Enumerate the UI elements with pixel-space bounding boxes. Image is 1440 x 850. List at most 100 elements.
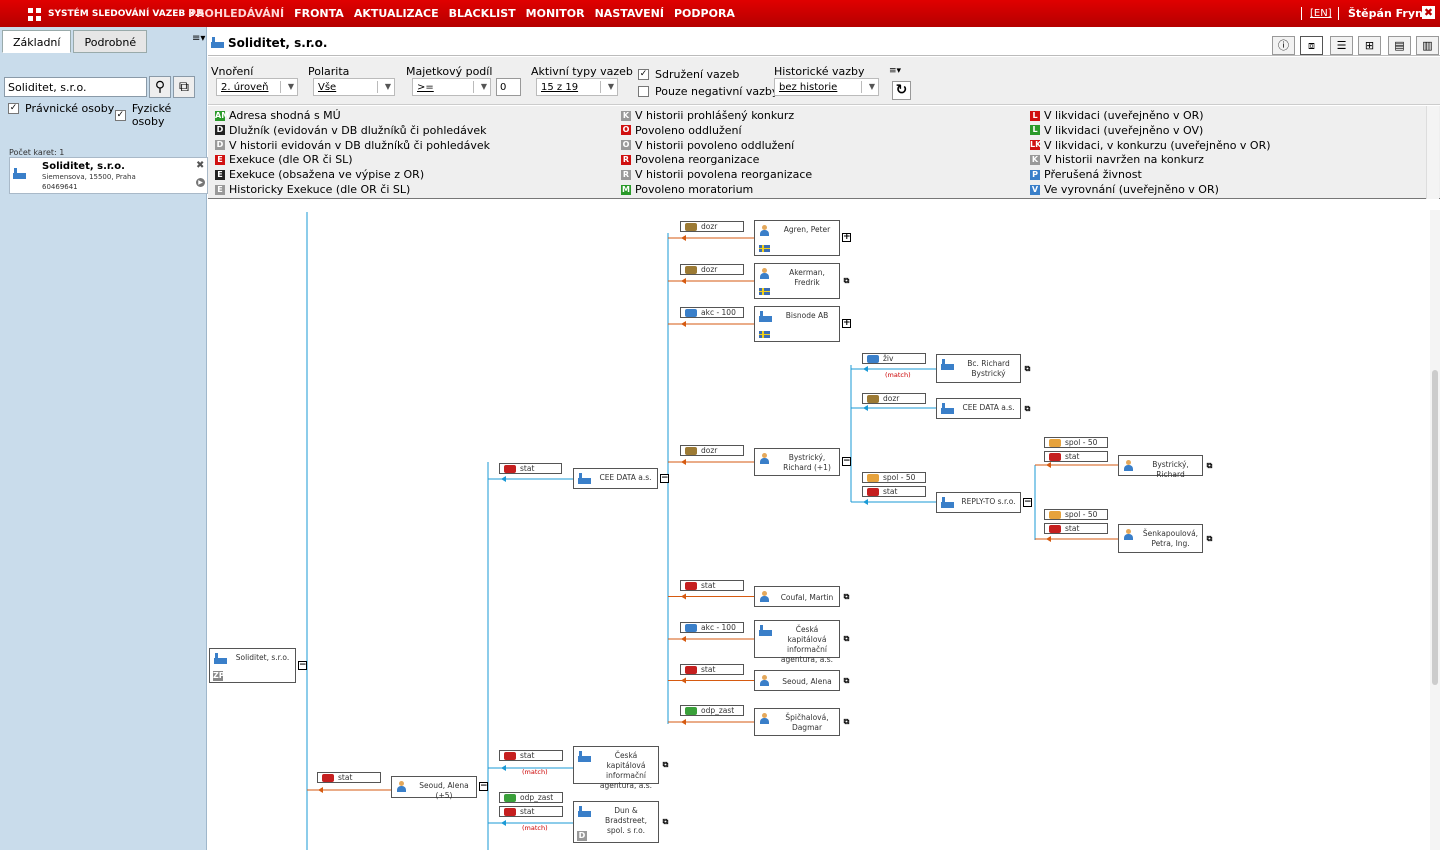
expand-node-icon[interactable]: ⧉ — [1205, 461, 1214, 470]
advanced-search-icon[interactable]: ⧉ — [173, 76, 195, 98]
relation-label[interactable]: stat — [499, 806, 563, 817]
logout-icon[interactable]: ✖ — [1422, 6, 1435, 19]
relation-label[interactable]: dozr — [862, 393, 926, 404]
list-view-icon[interactable]: ☰ — [1330, 36, 1353, 55]
search-input[interactable] — [4, 77, 147, 97]
depth-select[interactable]: 2. úroveň ▼ — [216, 78, 298, 96]
collapse-icon[interactable]: − — [660, 473, 669, 483]
refresh-icon[interactable]: ↻ — [892, 81, 911, 100]
filter-menu-icon[interactable]: ≡▾ — [889, 66, 901, 76]
expand-node-icon[interactable]: ⧉ — [1023, 364, 1032, 373]
expand-node-icon[interactable]: ⧉ — [842, 717, 851, 726]
collapse-icon[interactable]: − — [479, 782, 488, 791]
expand-node-icon[interactable]: ⧉ — [661, 760, 670, 769]
remove-card-icon[interactable]: ✖ — [196, 160, 204, 171]
graph-node[interactable]: Bystrický, Richard — [1118, 455, 1203, 479]
info-view-icon[interactable]: ⓘ — [1272, 36, 1295, 55]
share-operator-select[interactable]: >= ▼ — [412, 78, 491, 96]
relation-label[interactable]: spol - 50 — [862, 472, 926, 483]
graph-node[interactable]: Coufal, Martin — [754, 586, 840, 607]
relation-label[interactable]: stat — [499, 463, 562, 474]
expand-node-icon[interactable]: ⧉ — [1205, 534, 1214, 543]
relation-label[interactable]: dozr — [680, 445, 744, 456]
relation-label[interactable]: stat — [862, 486, 926, 497]
menu-item-monitor[interactable]: MONITOR — [521, 7, 590, 20]
expand-node-icon[interactable]: ⧉ — [1023, 404, 1032, 413]
open-card-icon[interactable]: ▶ — [196, 178, 205, 187]
relation-graph[interactable]: Soliditet, s.r.o. ZP − stat CEE DATA a.s. − do… — [208, 200, 1440, 850]
menu-item-support[interactable]: PODPORA — [669, 7, 740, 20]
panel-menu-icon[interactable]: ≡▾ — [192, 33, 205, 44]
relation-label[interactable]: odp_zast — [680, 705, 744, 716]
expand-node-icon[interactable]: ⧉ — [842, 634, 851, 643]
menu-item-queue[interactable]: FRONTA — [289, 7, 349, 20]
relation-label[interactable]: stat — [1044, 451, 1108, 462]
relation-label[interactable]: dozr — [680, 221, 744, 232]
graph-node[interactable]: Seoud, Alena — [754, 670, 840, 691]
graph-node[interactable]: Česká kapitálová informační agentura, a.… — [573, 746, 659, 790]
graph-node[interactable]: Bisnode AB — [754, 306, 840, 342]
graph-node[interactable]: Bc. Richard Bystrický — [936, 354, 1021, 383]
relation-label[interactable]: stat — [1044, 523, 1108, 534]
graph-view-icon[interactable]: ⧈ — [1300, 36, 1323, 55]
chart-view-icon[interactable]: ▥ — [1416, 36, 1439, 55]
graph-node[interactable]: Šenkapoulová, Petra, Ing. — [1118, 524, 1203, 553]
menu-item-update[interactable]: AKTUALIZACE — [349, 7, 444, 20]
relation-label[interactable]: akc - 100 — [680, 622, 744, 633]
report-view-icon[interactable]: ▤ — [1388, 36, 1411, 55]
history-select[interactable]: bez historie ▼ — [774, 78, 879, 96]
graph-node[interactable]: Agren, Peter — [754, 220, 840, 256]
relation-label[interactable]: odp_zast — [499, 792, 563, 803]
relation-label[interactable]: spol - 50 — [1044, 437, 1108, 448]
graph-node[interactable]: Seoud, Alena (+5) — [391, 776, 477, 800]
graph-node[interactable]: Akerman, Fredrik — [754, 263, 840, 299]
relation-label[interactable]: stat — [680, 663, 744, 675]
search-icon[interactable]: ⚲ — [149, 76, 171, 98]
relation-label[interactable]: spol - 50 — [1044, 509, 1108, 520]
checkbox-legal-persons[interactable]: ✓ Právnické osoby — [8, 102, 114, 115]
language-switch[interactable]: [EN] — [1310, 8, 1332, 19]
checkbox-icon[interactable]: ✓ — [8, 103, 19, 114]
menu-item-search[interactable]: PROHLEDÁVÁNÍ — [183, 7, 289, 20]
expand-icon[interactable]: + — [842, 233, 851, 242]
types-select[interactable]: 15 z 19 ▼ — [536, 78, 618, 96]
checkbox-icon[interactable]: ✓ — [638, 69, 649, 80]
menu-item-blacklist[interactable]: BLACKLIST — [444, 7, 521, 20]
expand-node-icon[interactable]: ⧉ — [842, 676, 851, 685]
collapse-icon[interactable]: − — [842, 457, 851, 466]
relation-label[interactable]: dozr — [680, 264, 744, 275]
expand-icon[interactable]: + — [842, 319, 851, 328]
expand-node-icon[interactable]: ⧉ — [842, 276, 851, 285]
graph-node[interactable]: CEE DATA a.s. — [573, 468, 658, 489]
graph-node[interactable]: Česká kapitálová informační agentura, a.… — [754, 620, 840, 664]
checkbox-icon[interactable]: ✓ — [115, 109, 126, 121]
graph-node[interactable]: Špičhalová, Dagmar — [754, 708, 840, 736]
relation-label[interactable]: stat — [499, 750, 563, 761]
graph-node[interactable]: CEE DATA a.s. — [936, 398, 1021, 419]
result-card[interactable]: Soliditet, s.r.o. Siemensova, 15500, Pra… — [9, 157, 208, 194]
expand-node-icon[interactable]: ⧉ — [661, 817, 670, 826]
legend-scrollbar[interactable] — [1426, 106, 1439, 199]
tab-advanced[interactable]: Podrobné — [73, 30, 148, 53]
relation-label[interactable]: akc - 100 — [680, 307, 744, 318]
relation-label[interactable]: stat — [680, 579, 744, 591]
tab-basic[interactable]: Základní — [2, 30, 72, 53]
relation-label[interactable]: živ — [862, 353, 926, 364]
menu-item-settings[interactable]: NASTAVENÍ — [590, 7, 669, 20]
checkbox-icon[interactable] — [638, 86, 649, 97]
share-value-input[interactable]: 0 — [496, 78, 521, 96]
graph-node[interactable]: Dun & Bradstreet, spol. s r.o. D — [573, 801, 659, 843]
relation-label[interactable]: stat — [317, 772, 381, 783]
graph-node[interactable]: Soliditet, s.r.o. ZP — [209, 648, 296, 683]
checkbox-natural-persons[interactable]: ✓ Fyzické osoby — [115, 102, 206, 128]
graph-node[interactable]: REPLY-TO s.r.o. — [936, 492, 1021, 513]
tree-view-icon[interactable]: ⊞ — [1358, 36, 1381, 55]
graph-node[interactable]: Bystrický, Richard (+1) — [754, 448, 840, 476]
checkbox-negative-only[interactable]: Pouze negativní vazby — [638, 85, 778, 98]
expand-node-icon[interactable]: ⧉ — [842, 592, 851, 601]
collapse-icon[interactable]: − — [1023, 497, 1032, 507]
checkbox-grouping[interactable]: ✓ Sdružení vazeb — [638, 68, 739, 81]
collapse-icon[interactable]: − — [298, 660, 307, 670]
graph-scroll-thumb[interactable] — [1432, 370, 1438, 685]
polarity-select[interactable]: Vše ▼ — [313, 78, 395, 96]
